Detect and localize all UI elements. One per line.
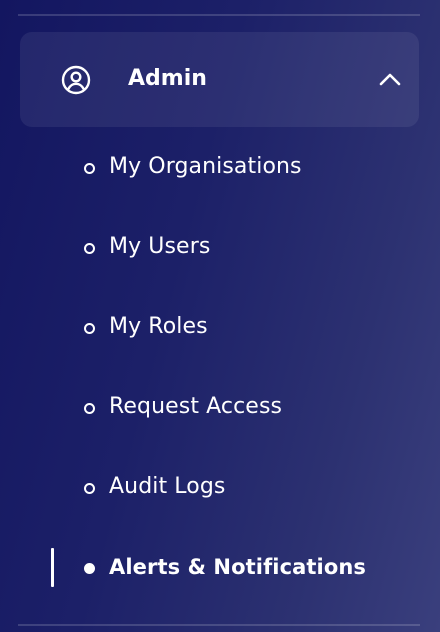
- menu-item-label: My Roles: [109, 314, 208, 339]
- menu-item-alerts-notifications[interactable]: Alerts & Notifications: [70, 544, 410, 592]
- menu-item-request-access[interactable]: Request Access: [70, 384, 410, 432]
- chevron-up-icon[interactable]: [379, 72, 401, 86]
- menu-item-my-organisations[interactable]: My Organisations: [70, 144, 410, 192]
- menu-item-label: My Organisations: [109, 154, 302, 179]
- bottom-divider: [18, 624, 420, 626]
- menu-item-label: Alerts & Notifications: [109, 555, 367, 579]
- active-item-indicator: [51, 548, 54, 587]
- menu-item-my-users[interactable]: My Users: [70, 224, 410, 272]
- bullet-icon: [84, 243, 95, 254]
- menu-item-audit-logs[interactable]: Audit Logs: [70, 464, 410, 512]
- bullet-icon: [84, 403, 95, 414]
- menu-item-label: My Users: [109, 234, 211, 259]
- admin-section-label: Admin: [128, 66, 207, 91]
- menu-item-label: Request Access: [109, 394, 283, 419]
- bullet-icon: [84, 483, 95, 494]
- user-circle-icon: [61, 65, 91, 95]
- bullet-icon: [84, 323, 95, 334]
- top-divider: [18, 14, 420, 16]
- menu-item-my-roles[interactable]: My Roles: [70, 304, 410, 352]
- bullet-icon: [84, 163, 95, 174]
- menu-item-label: Audit Logs: [109, 474, 226, 499]
- bullet-filled-icon: [84, 563, 95, 574]
- admin-section-toggle[interactable]: Admin: [20, 32, 419, 127]
